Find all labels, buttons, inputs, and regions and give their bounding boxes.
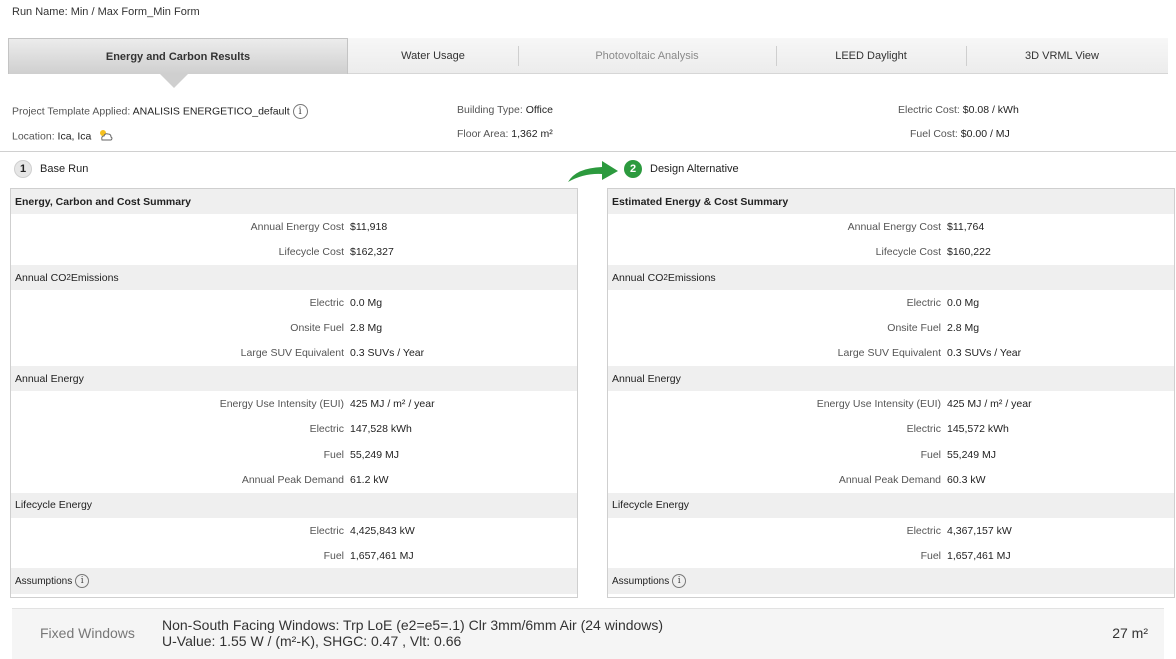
assumptions-row[interactable]: Assumptions i	[11, 568, 577, 594]
info-icon[interactable]: i	[292, 104, 308, 119]
building-type-value: Office	[525, 104, 553, 116]
annual-energy-header: Annual Energy	[11, 366, 577, 392]
base-run-panel: Energy, Carbon and Cost Summary Annual E…	[10, 188, 578, 598]
info-icon[interactable]: i	[672, 574, 687, 589]
tab-energy-carbon[interactable]: Energy and Carbon Results	[8, 38, 348, 74]
floor-area-value: 1,362 m²	[511, 128, 553, 140]
table-row: Fuel 55,249 MJ	[323, 448, 400, 461]
table-row: Electric 147,528 kWh	[309, 423, 412, 436]
section-divider	[0, 151, 1176, 152]
co2-section-header: Annual CO 2 Emissions	[608, 264, 1174, 291]
table-row: Large SUV Equivalent 0.3 SUVs / Year	[837, 347, 1022, 360]
fuel-cost-value: $0.00 / MJ	[960, 128, 1010, 140]
template-info: Project Template Applied: ANALISIS ENERG…	[12, 104, 308, 119]
table-row: Energy Use Intensity (EUI) 425 MJ / m² /…	[219, 398, 435, 411]
annual-energy-header: Annual Energy	[608, 366, 1174, 392]
tab-water-usage[interactable]: Water Usage	[348, 38, 518, 74]
summary-header: Energy, Carbon and Cost Summary	[11, 189, 577, 215]
table-row: Fuel 1,657,461 MJ	[323, 549, 414, 562]
table-row: Annual Energy Cost $11,918	[250, 220, 388, 233]
location-info: Location: Ica, Ica	[12, 128, 114, 145]
design-alt-panel: Estimated Energy & Cost Summary Annual E…	[607, 188, 1175, 598]
base-run-label: Base Run	[40, 163, 89, 175]
table-row: Electric 145,572 kWh	[906, 423, 1009, 436]
table-row: Electric 0.0 Mg	[309, 296, 383, 309]
info-icon[interactable]: i	[75, 574, 90, 589]
table-row: Onsite Fuel 2.8 Mg	[887, 322, 980, 335]
floor-area-info: Floor Area: 1,362 m²	[457, 128, 553, 140]
co2-section-header: Annual CO 2 Emissions	[11, 264, 577, 291]
building-type-info: Building Type: Office	[457, 104, 553, 116]
windows-label: Fixed Windows	[40, 625, 135, 641]
table-row: Annual Energy Cost $11,764	[847, 220, 985, 233]
cloud-sun-icon[interactable]	[98, 128, 114, 145]
curved-arrow-icon	[568, 161, 618, 182]
table-row: Energy Use Intensity (EUI) 425 MJ / m² /…	[816, 398, 1032, 411]
table-row: Electric 4,425,843 kW	[309, 524, 415, 537]
fuel-cost-info: Fuel Cost: $0.00 / MJ	[910, 128, 1010, 140]
tab-leed-daylight[interactable]: LEED Daylight	[776, 38, 966, 74]
windows-area: 27 m²	[1112, 625, 1148, 641]
assumptions-row[interactable]: Assumptions i	[608, 568, 1174, 594]
results-tabs: Energy and Carbon Results Water Usage Ph…	[8, 38, 1168, 74]
run-name: Run Name: Min / Max Form_Min Form	[12, 6, 200, 18]
tab-photovoltaic[interactable]: Photovoltaic Analysis	[518, 38, 776, 74]
design-alt-label: Design Alternative	[650, 163, 739, 175]
active-tab-pointer	[160, 74, 188, 88]
table-row: Lifecycle Cost $160,222	[875, 246, 991, 259]
fixed-windows-row: Fixed Windows Non-South Facing Windows: …	[12, 608, 1164, 659]
table-row: Electric 0.0 Mg	[906, 296, 980, 309]
location-value: Ica, Ica	[57, 130, 92, 143]
base-run-title: 1 Base Run	[14, 160, 88, 178]
electric-cost-value: $0.08 / kWh	[962, 104, 1019, 116]
table-row: Electric 4,367,157 kW	[906, 524, 1012, 537]
table-row: Lifecycle Cost $162,327	[278, 246, 394, 259]
lifecycle-energy-header: Lifecycle Energy	[608, 492, 1174, 518]
template-value: ANALISIS ENERGETICO_default	[132, 105, 290, 118]
lifecycle-energy-header: Lifecycle Energy	[11, 492, 577, 518]
design-alt-number: 2	[624, 160, 642, 178]
base-run-number: 1	[14, 160, 32, 178]
table-row: Fuel 1,657,461 MJ	[920, 549, 1011, 562]
summary-header: Estimated Energy & Cost Summary	[608, 189, 1174, 215]
table-row: Fuel 55,249 MJ	[920, 448, 997, 461]
table-row: Annual Peak Demand 61.2 kW	[241, 473, 389, 486]
table-row: Annual Peak Demand 60.3 kW	[838, 473, 986, 486]
table-row: Onsite Fuel 2.8 Mg	[290, 322, 383, 335]
design-alt-title: 2 Design Alternative	[624, 160, 739, 178]
tab-3d-vrml[interactable]: 3D VRML View	[966, 38, 1158, 74]
windows-description: Non-South Facing Windows: Trp LoE (e2=e5…	[162, 617, 664, 649]
electric-cost-info: Electric Cost: $0.08 / kWh	[898, 104, 1019, 116]
table-row: Large SUV Equivalent 0.3 SUVs / Year	[240, 347, 425, 360]
